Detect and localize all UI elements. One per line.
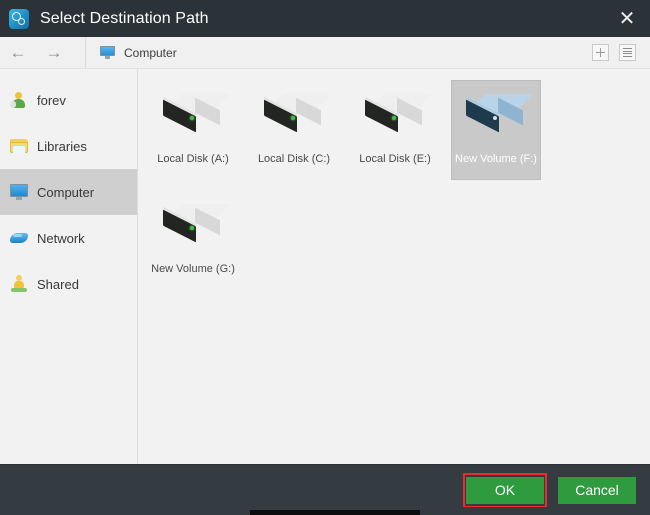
- drive-label: Local Disk (E:): [359, 153, 431, 165]
- taskbar-strip: [0, 507, 650, 515]
- forward-icon[interactable]: →: [36, 37, 72, 68]
- app-clock-gear-icon: [9, 8, 29, 29]
- select-destination-path-dialog: Select Destination Path ✕ ← → Computer f…: [0, 0, 650, 515]
- breadcrumb-label: Computer: [124, 45, 177, 60]
- sidebar-item-network[interactable]: Network: [0, 215, 137, 261]
- drive-label: Local Disk (A:): [157, 153, 229, 165]
- content-split: forev Libraries Computer Network Shared …: [0, 69, 650, 464]
- drive-label: New Volume (F:): [455, 153, 537, 165]
- drive-label: Local Disk (C:): [257, 153, 331, 165]
- window-title: Select Destination Path: [40, 9, 209, 27]
- close-icon[interactable]: ✕: [614, 6, 640, 32]
- drive-item-selected[interactable]: New Volume (F:): [451, 80, 541, 180]
- hard-drive-icon: [161, 204, 231, 244]
- navigation-toolbar: ← → Computer: [0, 37, 650, 69]
- drive-label: New Volume (G:): [151, 263, 235, 275]
- ok-button-highlight: OK: [463, 472, 547, 508]
- drive-item[interactable]: Local Disk (A:): [148, 80, 238, 180]
- drive-item[interactable]: New Volume (G:): [148, 190, 238, 290]
- sidebar-item-label: Libraries: [37, 138, 87, 154]
- back-icon[interactable]: ←: [0, 37, 36, 68]
- toolbar-actions: [592, 44, 650, 61]
- drive-list-pane: Local Disk (A:) Local Disk (C:) Local Di…: [138, 69, 650, 464]
- library-icon: [10, 137, 28, 155]
- sidebar-item-label: forev: [37, 92, 66, 108]
- drive-item[interactable]: Local Disk (C:): [249, 80, 339, 180]
- sidebar-item-computer[interactable]: Computer: [0, 169, 137, 215]
- sidebar-item-label: Computer: [37, 184, 95, 200]
- hard-drive-icon: [161, 94, 231, 134]
- sidebar: forev Libraries Computer Network Shared: [0, 69, 138, 464]
- network-icon: [10, 229, 28, 247]
- sidebar-item-forev[interactable]: forev: [0, 77, 137, 123]
- nav-button-group: ← →: [0, 37, 86, 68]
- sidebar-item-libraries[interactable]: Libraries: [0, 123, 137, 169]
- hard-drive-selected-icon: [464, 94, 534, 134]
- hard-drive-icon: [363, 94, 433, 134]
- ok-button[interactable]: OK: [466, 476, 544, 504]
- monitor-icon: [100, 46, 115, 59]
- title-bar: Select Destination Path ✕: [0, 0, 650, 37]
- user-icon: [10, 91, 28, 109]
- drive-grid: Local Disk (A:) Local Disk (C:) Local Di…: [148, 75, 650, 295]
- list-view-icon[interactable]: [619, 44, 636, 61]
- plus-icon[interactable]: [592, 44, 609, 61]
- sidebar-item-label: Network: [37, 230, 85, 246]
- hard-drive-icon: [262, 94, 332, 134]
- monitor-icon: [10, 183, 28, 201]
- cancel-button-wrap: Cancel: [558, 476, 636, 504]
- sidebar-item-label: Shared: [37, 276, 79, 292]
- drive-item[interactable]: Local Disk (E:): [350, 80, 440, 180]
- sidebar-item-shared[interactable]: Shared: [0, 261, 137, 307]
- dialog-body: ← → Computer forev Libraries Computer Ne…: [0, 37, 650, 465]
- breadcrumb[interactable]: Computer: [86, 37, 592, 68]
- cancel-button[interactable]: Cancel: [558, 476, 636, 504]
- taskbar-dark-segment: [250, 510, 420, 515]
- shared-icon: [10, 275, 28, 293]
